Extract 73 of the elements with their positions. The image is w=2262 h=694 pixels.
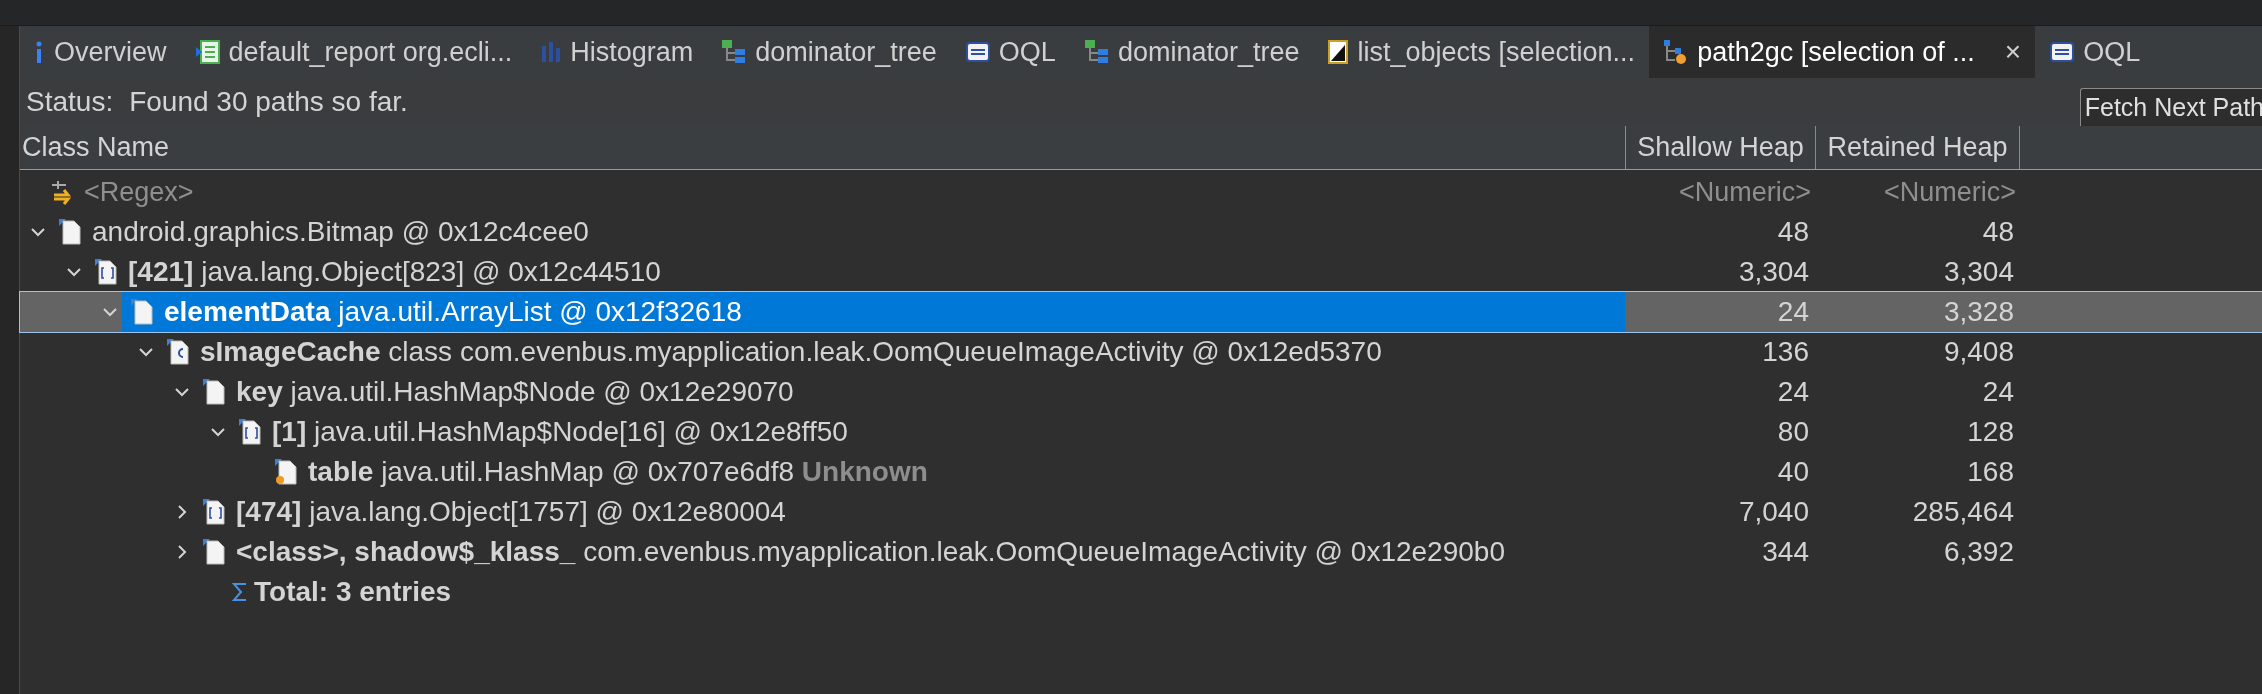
shallow-heap-cell-text: 24 (1776, 375, 1810, 409)
tree-row[interactable]: [421] java.lang.Object[823] @ 0x12c44510 3,304 3,304 (20, 252, 2262, 292)
object-icon (130, 298, 156, 326)
object-label: <class>, shadow$_klass_ com.evenbus.myapplication.leak.OomQueueImageActivity @ 0x12e290b0 (236, 535, 1505, 569)
object-icon (202, 538, 228, 566)
column-header[interactable]: Retained Heap (1815, 126, 2020, 169)
array-icon (94, 258, 120, 286)
database-icon (2049, 40, 2076, 64)
tab[interactable]: dominator_tree (707, 26, 951, 78)
close-button[interactable]: × (2004, 31, 2022, 73)
shallow-heap-cell-text: 40 (1776, 455, 1810, 489)
tab[interactable]: OQL (2035, 26, 2155, 78)
object-label: [1] java.util.HashMap$Node[16] @ 0x12e8ff50 (272, 415, 848, 449)
tab[interactable]: default_report org.ecli... (180, 26, 527, 78)
regex-filter-field[interactable]: <Regex> (84, 171, 194, 213)
retained-heap-cell-text: 168 (1966, 455, 2015, 489)
class-icon (166, 338, 192, 366)
object-label: elementData java.util.ArrayList @ 0x12f32618 (164, 295, 742, 329)
tree-row[interactable]: sImageCache class com.evenbus.myapplication.leak.OomQueueImageActivity @ 0x12ed5370 136 9,408 (20, 332, 2262, 372)
fetch-next-path-button[interactable]: Fetch Next Path (2079, 88, 2262, 126)
tab[interactable]: dominator_tree (1069, 26, 1314, 78)
sum-icon (232, 581, 248, 603)
tree-row[interactable]: android.graphics.Bitmap @ 0x12c4cee0 48 48 (20, 212, 2262, 252)
object-icon (202, 378, 228, 406)
object-label: sImageCache class com.evenbus.myapplication.leak.OomQueueImageActivity @ 0x12ed5370 (200, 335, 1382, 369)
array-icon (202, 498, 228, 526)
retained-heap-cell-text: 128 (1966, 415, 2015, 449)
tree-row[interactable]: [1] java.util.HashMap$Node[16] @ 0x12e8ff50 80 128 (20, 412, 2262, 452)
object-label: key java.util.HashMap$Node @ 0x12e29070 (236, 375, 794, 409)
tree-row[interactable]: key java.util.HashMap$Node @ 0x12e29070 24 24 (20, 372, 2262, 412)
retained-heap-cell-text: 24 (1981, 375, 2015, 409)
object-label: [474] java.lang.Object[1757] @ 0x12e80004 (236, 495, 786, 529)
object-icon (58, 218, 84, 246)
tab[interactable]: Overview (20, 26, 181, 78)
status-text: Found 30 paths so far. (129, 85, 408, 119)
shallow-heap-cell-text: 344 (1761, 535, 1810, 569)
retained-heap-cell-text: 3,328 (1942, 295, 2015, 329)
retained-heap-cell-text: 48 (1981, 215, 2015, 249)
retained-heap-cell-text: 3,304 (1942, 255, 2015, 289)
tree-row[interactable]: elementData java.util.ArrayList @ 0x12f32618 24 3,328 (20, 292, 2262, 332)
tree-icon (721, 39, 748, 65)
column-header[interactable]: Class Name (20, 126, 1625, 169)
shallow-heap-cell-text: 48 (1776, 215, 1810, 249)
root-object-icon (274, 458, 300, 486)
tree-row[interactable]: [474] java.lang.Object[1757] @ 0x12e80004 7,040 285,464 (20, 492, 2262, 532)
tab[interactable]: list_objects [selection... (1313, 26, 1650, 78)
object-label: android.graphics.Bitmap @ 0x12c4cee0 (92, 215, 589, 249)
shallow-heap-cell-text: 136 (1761, 335, 1810, 369)
shallow-heap-cell-text: 7,040 (1737, 495, 1810, 529)
array-icon (238, 418, 264, 446)
shallow-heap-cell-text: 80 (1776, 415, 1810, 449)
total-text: Total: 3 entries (254, 575, 452, 609)
tab[interactable]: OQL (950, 26, 1070, 78)
tab[interactable]: Histogram (526, 26, 708, 78)
shallow-heap-cell-text: 24 (1776, 295, 1810, 329)
shallow-heap-cell-text: 3,304 (1737, 255, 1810, 289)
column-header[interactable]: Shallow Heap (1625, 126, 1815, 169)
retained-heap-cell-text: 9,408 (1942, 335, 2015, 369)
histogram-icon (540, 40, 563, 64)
retained-heap-cell-text: 285,464 (1911, 495, 2015, 529)
object-label: [421] java.lang.Object[823] @ 0x12c44510 (128, 255, 661, 289)
database-icon (964, 40, 991, 64)
document-icon (1327, 39, 1350, 65)
status-label: Status: (26, 85, 114, 119)
object-label: table java.util.HashMap @ 0x707e6df8 Unknown (308, 455, 928, 489)
retained-heap-cell-text: 6,392 (1942, 535, 2015, 569)
numeric-filter-field[interactable]: <Numeric> (1815, 171, 2020, 213)
tab[interactable]: path2gc [selection of ... × (1649, 26, 2036, 78)
tree-row[interactable]: table java.util.HashMap @ 0x707e6df8 Unknown 40 168 (20, 452, 2262, 492)
tree-icon (1083, 39, 1110, 65)
tree-row[interactable]: <class>, shadow$_klass_ com.evenbus.myapplication.leak.OomQueueImageActivity @ 0x12e290b0 344 6,392 (20, 532, 2262, 572)
report-icon (194, 39, 221, 65)
numeric-filter-field[interactable]: <Numeric> (1625, 171, 1815, 213)
